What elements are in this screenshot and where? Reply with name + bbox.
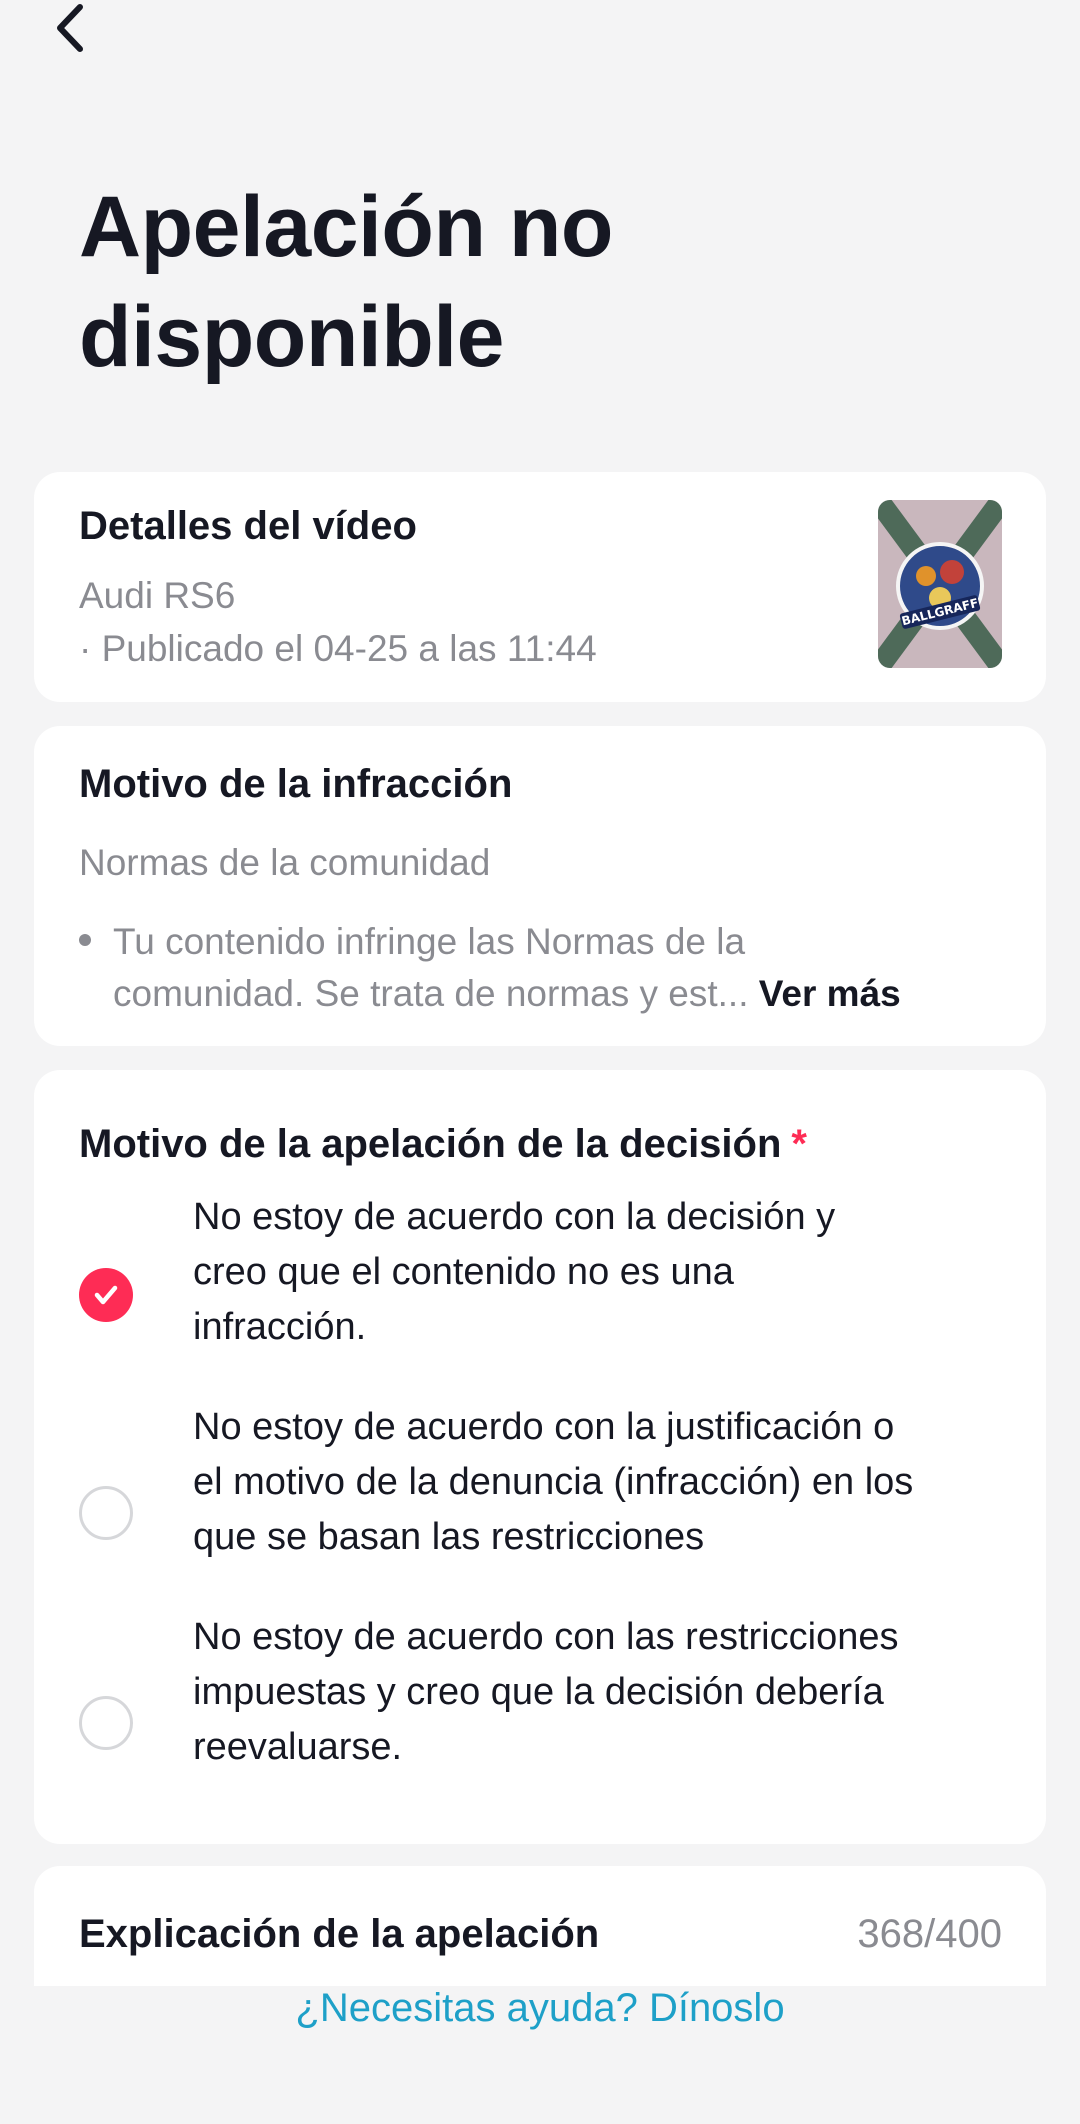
appeal-reason-card: Motivo de la apelación de la decisión * N… [34,1070,1046,1844]
appeal-option-1-line-3: infracción. [193,1306,367,1348]
appeal-option-1-line-1: No estoy de acuerdo con la decisión y [193,1196,836,1238]
page-title-line-1: Apelación no [79,179,613,275]
video-details-card: Detalles del vídeo Audi RS6 · Publicado … [34,472,1046,702]
video-published-date: · Publicado el 04-25 a las 11:44 [79,628,597,669]
appeal-option-3-line-3: reevaluarse. [193,1726,403,1768]
checkmark-icon [94,1285,118,1305]
appeal-option-2-line-2: el motivo de la denuncia (infracción) en… [193,1461,914,1503]
character-counter: 368/400 [857,1912,1002,1956]
policy-name: Normas de la comunidad [79,842,491,883]
appeal-option-1[interactable]: No estoy de acuerdo con la decisión y cr… [79,1190,1029,1360]
page-title-line-2: disponible [79,289,505,385]
radio-checked-icon[interactable] [79,1268,133,1322]
thumbnail-image: BALLGRAFF [878,500,1002,668]
violation-reason-card: Motivo de la infracción Normas de la com… [34,726,1046,1046]
page-title: Apelación no disponible [79,172,979,392]
bullet-icon [79,934,91,946]
appeal-option-3-label: No estoy de acuerdo con las restriccione… [193,1610,1033,1775]
help-link[interactable]: ¿Necesitas ayuda? Dínoslo [0,1986,1080,2040]
video-name: Audi RS6 [79,575,236,616]
violation-description-line-2: comunidad. Se trata de normas y est... [113,973,749,1014]
appeal-option-2[interactable]: No estoy de acuerdo con la justificación… [79,1400,1029,1570]
see-more-link[interactable]: Ver más [759,973,901,1014]
appeal-option-2-line-3: que se basan las restricciones [193,1516,705,1558]
appeal-option-1-line-2: creo que el contenido no es una [193,1251,734,1293]
violation-reason-title: Motivo de la infracción [79,762,513,806]
appeal-option-3-line-2: impuestas y creo que la decisión debería [193,1671,884,1713]
radio-unchecked-icon[interactable] [79,1696,133,1750]
violation-description-line-1: Tu contenido infringe las Normas de la [113,921,746,962]
appeal-option-3[interactable]: No estoy de acuerdo con las restriccione… [79,1610,1029,1780]
violation-description: Tu contenido infringe las Normas de la c… [113,916,993,1020]
chevron-left-icon [57,4,83,52]
video-thumbnail[interactable]: BALLGRAFF [878,500,1002,668]
appeal-explanation-title: Explicación de la apelación [79,1912,600,1956]
required-mark: * [791,1122,807,1166]
appeal-option-2-line-1: No estoy de acuerdo con la justificación… [193,1406,895,1448]
appeal-option-2-label: No estoy de acuerdo con la justificación… [193,1400,1033,1565]
radio-unchecked-icon[interactable] [79,1486,133,1540]
appeal-option-3-line-1: No estoy de acuerdo con las restriccione… [193,1616,899,1658]
back-button[interactable] [44,0,94,56]
video-details-title: Detalles del vídeo [79,504,417,548]
appeal-reason-title: Motivo de la apelación de la decisión * [79,1122,807,1167]
appeal-reason-title-text: Motivo de la apelación de la decisión [79,1122,782,1166]
appeal-explanation-card: Explicación de la apelación 368/400 [34,1866,1046,1986]
appeal-option-1-label: No estoy de acuerdo con la decisión y cr… [193,1190,1033,1355]
